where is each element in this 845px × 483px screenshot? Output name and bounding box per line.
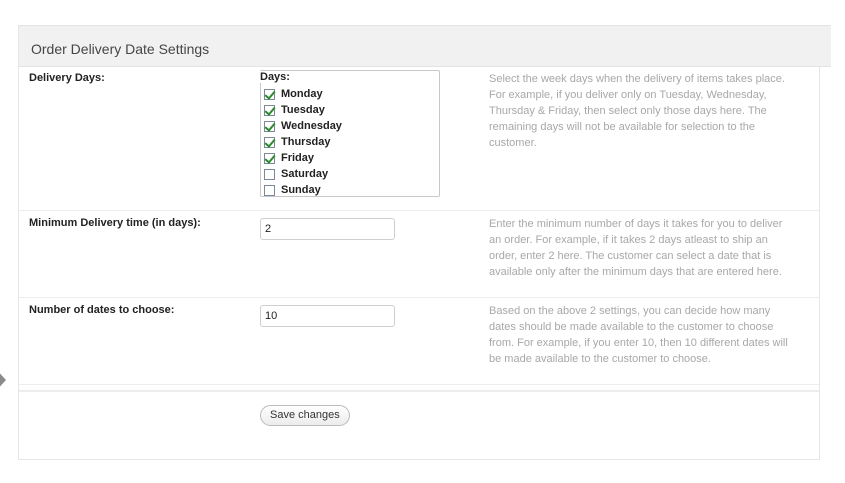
- min-delivery-label: Minimum Delivery time (in days):: [29, 217, 201, 229]
- collapse-arrow-icon[interactable]: [0, 367, 6, 393]
- checkbox[interactable]: [264, 152, 275, 164]
- min-delivery-input[interactable]: [260, 218, 395, 240]
- num-dates-help: Based on the above 2 settings, you can d…: [489, 305, 788, 365]
- min-delivery-row: Minimum Delivery time (in days): Enter t…: [19, 211, 819, 298]
- day-label: Monday: [281, 88, 323, 100]
- day-checkbox-tuesday[interactable]: Tuesday: [264, 102, 325, 118]
- submit-area: Save changes: [19, 391, 819, 460]
- day-checkbox-sunday[interactable]: Sunday: [264, 182, 321, 198]
- delivery-days-help: Select the week days when the delivery o…: [489, 73, 785, 149]
- day-label: Thursday: [281, 136, 331, 148]
- day-label: Wednesday: [281, 120, 342, 132]
- page-title: Order Delivery Date Settings: [31, 41, 210, 57]
- checkbox[interactable]: [264, 184, 275, 196]
- day-label: Friday: [281, 152, 315, 164]
- delivery-days-row: Delivery Days: Days: Monday Tuesday Wedn…: [19, 66, 819, 211]
- checkbox[interactable]: [264, 136, 275, 148]
- day-checkbox-wednesday[interactable]: Wednesday: [264, 118, 342, 134]
- day-checkbox-monday[interactable]: Monday: [264, 86, 323, 102]
- settings-panel: Order Delivery Date Settings Delivery Da…: [18, 25, 831, 460]
- day-checkbox-saturday[interactable]: Saturday: [264, 166, 328, 182]
- num-dates-row: Number of dates to choose: Based on the …: [19, 298, 819, 385]
- checkbox[interactable]: [264, 104, 275, 116]
- day-checkbox-friday[interactable]: Friday: [264, 150, 314, 166]
- day-label: Tuesday: [281, 104, 325, 116]
- min-delivery-help: Enter the minimum number of days it take…: [489, 218, 783, 278]
- delivery-days-label: Delivery Days:: [29, 72, 105, 84]
- checkbox[interactable]: [264, 168, 275, 180]
- panel-header: Order Delivery Date Settings: [19, 25, 831, 67]
- checkbox[interactable]: [264, 120, 275, 132]
- day-label: Saturday: [281, 168, 329, 180]
- num-dates-label: Number of dates to choose:: [29, 304, 175, 316]
- day-checkbox-thursday[interactable]: Thursday: [264, 134, 331, 150]
- checkbox[interactable]: [264, 88, 275, 100]
- day-label: Sunday: [281, 184, 321, 196]
- days-legend: Days:: [260, 71, 293, 83]
- num-dates-input[interactable]: [260, 305, 395, 327]
- save-changes-button[interactable]: Save changes: [260, 405, 350, 426]
